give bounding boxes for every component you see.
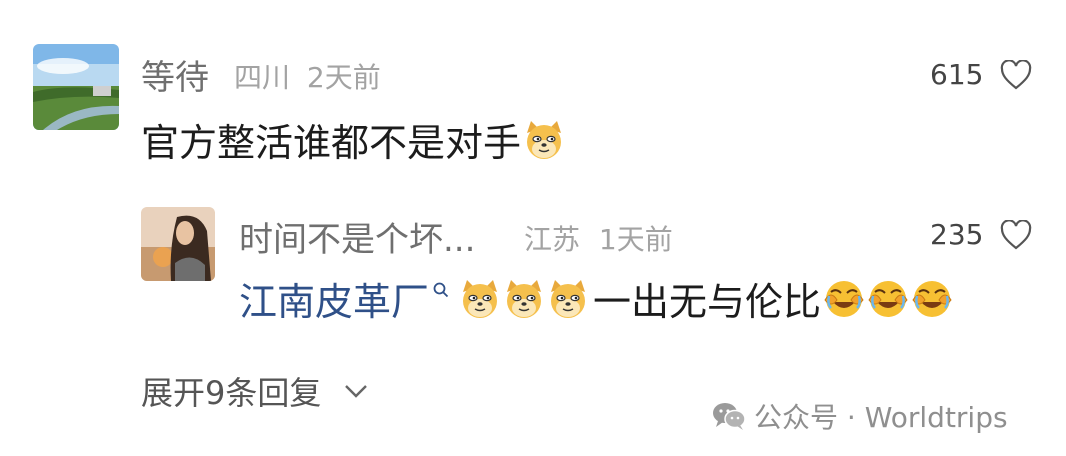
comment-text-content: 官方整活谁都不是对手 bbox=[141, 121, 522, 165]
wechat-icon bbox=[713, 403, 746, 430]
comment-like-count: 615 bbox=[930, 58, 984, 91]
heart-icon[interactable] bbox=[1000, 60, 1032, 90]
comment-text: 官方整活谁都不是对手 bbox=[141, 112, 565, 167]
heart-icon[interactable] bbox=[1000, 220, 1032, 250]
doge-emoji bbox=[523, 119, 565, 161]
watermark-text: 公众号 · Worldtrips bbox=[754, 401, 1008, 434]
reply-author[interactable]: 时间不是个坏... bbox=[239, 212, 475, 261]
reply-text: 江南皮革厂 一出无与伦比 bbox=[239, 271, 953, 326]
laugh-cry-emoji bbox=[911, 278, 953, 320]
laugh-cry-emoji bbox=[867, 278, 909, 320]
comment-author[interactable]: 等待 bbox=[141, 50, 209, 99]
avatar[interactable] bbox=[33, 44, 119, 130]
reply-location: 江苏 bbox=[524, 223, 581, 256]
reply-like-count: 235 bbox=[930, 218, 984, 251]
search-icon[interactable] bbox=[433, 282, 449, 298]
comment-meta: 四川 2天前 bbox=[234, 56, 381, 96]
reply-meta: 江苏 1天前 bbox=[524, 218, 673, 258]
expand-replies-label: 展开9条回复 bbox=[141, 374, 322, 412]
doge-emoji bbox=[459, 278, 501, 320]
reply-search-link[interactable]: 江南皮革厂 bbox=[239, 271, 429, 326]
laugh-cry-emoji bbox=[823, 278, 865, 320]
doge-emoji bbox=[503, 278, 545, 320]
comment-location: 四川 bbox=[234, 61, 291, 94]
expand-replies-button[interactable]: 展开9条回复 bbox=[141, 368, 369, 414]
reply-text-content: 一出无与伦比 bbox=[593, 280, 822, 324]
reply-avatar[interactable] bbox=[141, 207, 215, 281]
comment-time: 2天前 bbox=[306, 61, 381, 94]
reply-time: 1天前 bbox=[598, 223, 673, 256]
doge-emoji bbox=[547, 278, 589, 320]
chevron-down-icon bbox=[345, 385, 368, 398]
watermark: 公众号 · Worldtrips bbox=[712, 396, 1008, 436]
